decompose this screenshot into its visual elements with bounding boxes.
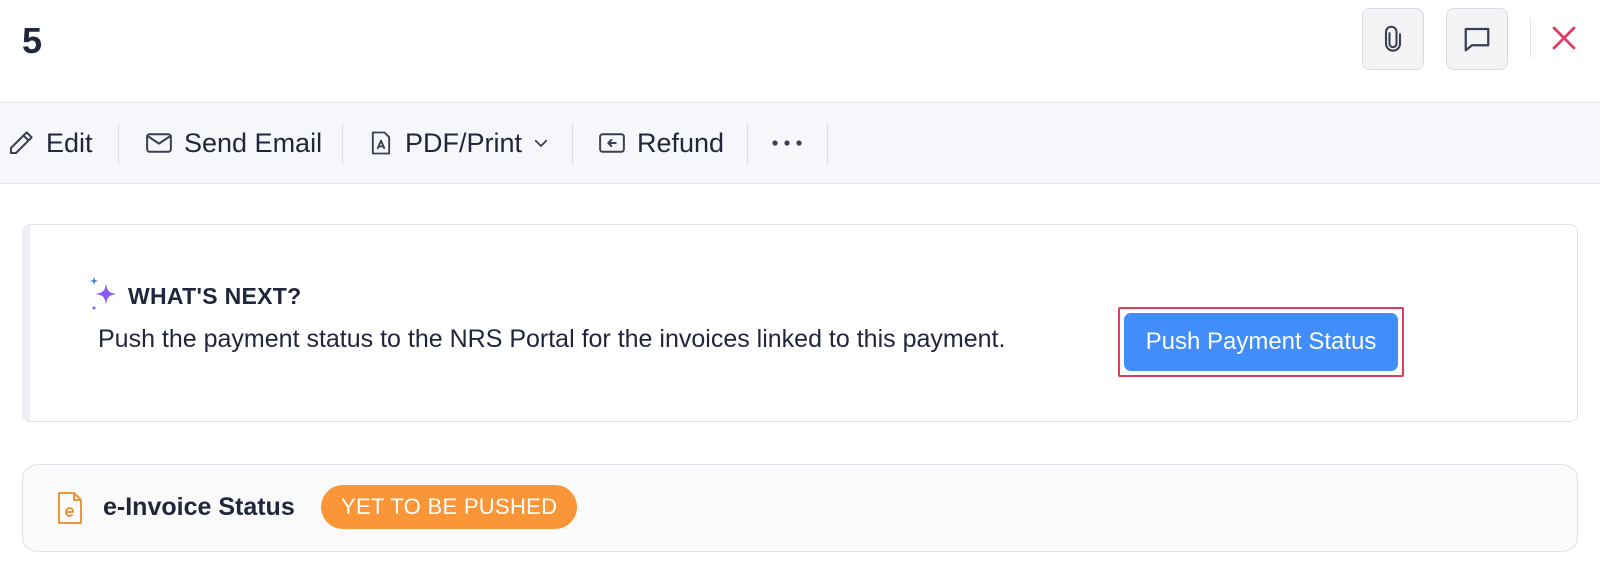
einvoice-status-card: e-Invoice Status YET TO BE PUSHED [22,464,1578,552]
toolbar-divider [572,123,573,165]
send-email-button[interactable]: Send Email [144,103,322,183]
pdf-print-label: PDF/Print [405,127,523,158]
pencil-icon [6,128,36,158]
toolbar-divider [118,123,119,165]
refund-icon [597,128,627,158]
refund-label: Refund [637,127,725,158]
page-title: 5 [22,20,43,61]
e-invoice-document-icon [57,491,83,530]
comment-icon [1464,27,1490,52]
refund-button[interactable]: Refund [597,103,724,183]
send-email-label: Send Email [184,127,323,158]
page-header: 5 [0,0,1600,102]
more-horizontal-icon [770,138,804,148]
push-payment-status-button[interactable]: Push Payment Status [1124,313,1398,371]
edit-label: Edit [46,127,93,158]
action-toolbar: Edit Send Email PDF/Print Refund [0,102,1600,184]
toolbar-divider [747,123,748,165]
close-button[interactable] [1546,20,1582,56]
toolbar-divider [827,123,828,165]
pdf-print-dropdown[interactable]: PDF/Print [367,103,550,183]
toolbar-divider [342,123,343,165]
envelope-icon [144,128,174,158]
pdf-icon [367,128,395,158]
status-badge: YET TO BE PUSHED [321,485,578,529]
einvoice-status-label: e-Invoice Status [103,493,295,521]
sparkle-icon [90,277,120,316]
paperclip-icon [1384,25,1402,52]
header-divider [1530,18,1531,58]
whats-next-description: Push the payment status to the NRS Porta… [98,325,1006,353]
chevron-down-icon [532,134,550,152]
more-actions-button[interactable] [770,103,804,183]
close-icon [1552,26,1576,50]
push-button-highlight: Push Payment Status [1118,307,1404,377]
comments-button[interactable] [1446,8,1508,70]
whats-next-card: WHAT'S NEXT? Push the payment status to … [22,224,1578,422]
attach-button[interactable] [1362,8,1424,70]
edit-button[interactable]: Edit [6,103,93,183]
whats-next-title: WHAT'S NEXT? [128,283,302,309]
whats-next-header: WHAT'S NEXT? [90,277,301,316]
